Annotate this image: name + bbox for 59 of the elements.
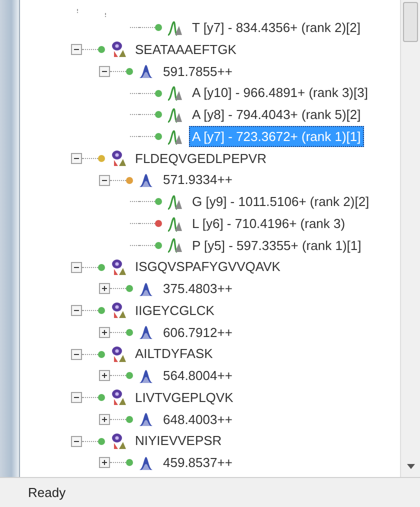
expand-toggle[interactable] (99, 370, 110, 382)
expand-toggle[interactable] (71, 262, 82, 273)
tree-item[interactable]: IIGEYCGLCK (132, 300, 218, 322)
tree-item[interactable]: ISGQVSPAFYGVVQAVK (132, 256, 284, 278)
transition-icon (167, 106, 183, 123)
expand-toggle[interactable] (99, 414, 110, 425)
tree-item[interactable]: FLDEQVGEDLPEPVR (132, 148, 270, 170)
expand-toggle[interactable] (71, 152, 82, 164)
precursor-icon (138, 324, 154, 340)
scroll-down-icon[interactable] (406, 464, 414, 469)
tree-item[interactable]: T [y7] - 834.4356+ (rank 2)[2] (189, 17, 364, 39)
tree-item[interactable]: LIVTVGEPLQVK (132, 386, 236, 408)
tree-item[interactable]: 648.4003++ (160, 408, 236, 430)
transition-icon (167, 128, 183, 145)
tree-item[interactable]: SEATAAAEFTGK (132, 38, 240, 60)
peptide-icon (110, 150, 126, 167)
expand-toggle[interactable] (71, 305, 82, 316)
precursor-icon (138, 280, 154, 297)
transition-icon (167, 237, 183, 254)
expand-toggle[interactable] (71, 348, 82, 360)
precursor-icon (138, 368, 154, 384)
expand-toggle[interactable] (71, 44, 82, 56)
tree-item[interactable]: A [y8] - 794.4043+ (rank 5)[2] (189, 104, 364, 126)
tree-item[interactable]: 564.8004++ (160, 365, 236, 387)
tree-item[interactable]: L [y6] - 710.4196+ (rank 3) (189, 212, 348, 234)
peptide-icon (110, 258, 126, 276)
scrollbar[interactable] (400, 0, 420, 477)
transition-icon (167, 194, 183, 210)
peptide-icon (110, 41, 126, 58)
tree-item[interactable]: A [y10] - 966.4891+ (rank 3)[3] (189, 82, 371, 104)
transition-icon (167, 20, 183, 36)
transition-icon (167, 216, 183, 232)
expand-toggle[interactable] (71, 436, 82, 447)
precursor-icon (138, 172, 154, 188)
tree-item[interactable]: 606.7912++ (160, 322, 236, 344)
tree-item[interactable]: P [y5] - 597.3355+ (rank 1)[1] (189, 234, 364, 256)
precursor-icon (138, 411, 154, 428)
peptide-icon (110, 389, 126, 406)
precursor-icon (138, 454, 154, 471)
tree-item[interactable]: 571.9334++ (160, 169, 236, 191)
status-text: Ready (28, 484, 66, 502)
tree-item[interactable]: 459.8537++ (160, 452, 236, 474)
expand-toggle[interactable] (99, 326, 110, 338)
expand-toggle[interactable] (99, 66, 110, 77)
expand-toggle[interactable] (99, 174, 110, 186)
expand-toggle[interactable] (99, 283, 110, 294)
tree-item[interactable]: G [y9] - 1011.5106+ (rank 2)[2] (189, 191, 372, 213)
tree-item[interactable]: 375.4803++ (160, 278, 236, 300)
scroll-thumb[interactable] (403, 2, 418, 42)
peptide-icon (110, 432, 126, 450)
tree-item[interactable]: AILTDYFASK (132, 343, 216, 365)
expand-toggle[interactable] (99, 457, 110, 468)
precursor-icon (138, 63, 154, 80)
tree-item[interactable]: NIYIEVVEPSR (132, 430, 225, 452)
tree-item[interactable]: 591.7855++ (160, 60, 236, 82)
peptide-icon (110, 302, 126, 320)
expand-toggle[interactable] (71, 392, 82, 404)
transition-icon (167, 85, 183, 102)
peptide-icon (110, 346, 126, 363)
